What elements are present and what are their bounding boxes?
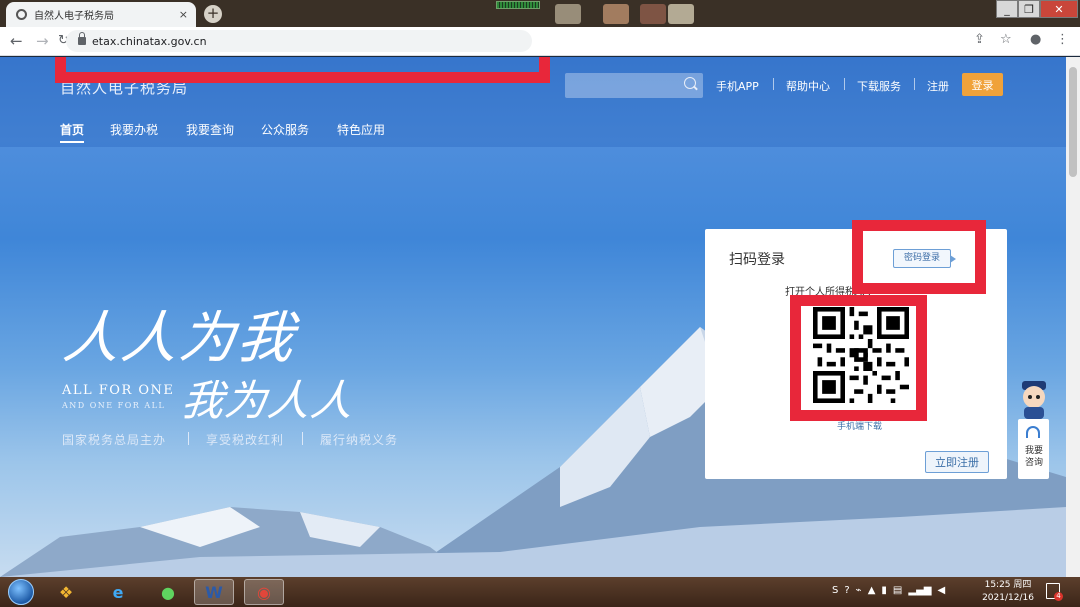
sogou-input-icon[interactable]: S <box>832 585 838 596</box>
network-icon[interactable]: ▂▄▆ <box>908 585 931 596</box>
site-search-input[interactable] <box>565 73 703 98</box>
close-window-button[interactable]: ✕ <box>1040 0 1078 18</box>
slogan-english-1: ALL FOR ONE <box>62 383 175 398</box>
menu-icon[interactable]: ⋮ <box>1056 32 1069 47</box>
nav-tax-services[interactable]: 我要办税 <box>110 121 158 138</box>
keyboard-icon[interactable]: ▤ <box>893 585 902 596</box>
link-register[interactable]: 注册 <box>927 78 949 94</box>
nav-special-apps[interactable]: 特色应用 <box>337 121 385 138</box>
clock-time: 15:25 周四 <box>984 580 1032 590</box>
motto-text: 国家税务总局主办 <box>62 433 167 447</box>
windows-taskbar: ❖ e ● W ◉ S ? ⌁ ▲ ▮ ▤ ▂▄▆ ◀ 15:25 周四 202… <box>0 577 1080 607</box>
lock-icon <box>78 32 86 45</box>
nav-public-services[interactable]: 公众服务 <box>261 121 309 138</box>
active-nav-indicator <box>60 141 84 143</box>
link-mobile-app[interactable]: 手机APP <box>716 78 759 94</box>
share-icon[interactable]: ⇪ <box>974 32 985 47</box>
minimize-button[interactable]: _ <box>996 0 1018 18</box>
slogan-chinese-2: 我为人人 <box>179 376 357 425</box>
red-annotation-box <box>55 57 550 83</box>
tray-expand-icon[interactable]: ▲ <box>868 585 876 596</box>
divider <box>302 432 303 445</box>
chrome-icon[interactable]: ◉ <box>244 579 284 605</box>
page-scrollbar[interactable] <box>1066 57 1080 577</box>
link-download-service[interactable]: 下载服务 <box>857 78 901 94</box>
battery-indicator-icon <box>496 1 540 9</box>
qr-login-title: 扫码登录 <box>729 252 785 268</box>
profile-icon[interactable]: ● <box>1030 32 1041 47</box>
nav-home[interactable]: 首页 <box>60 121 84 138</box>
volume-icon[interactable]: ◀ <box>937 585 945 596</box>
motto-text: 享受税改红利 <box>206 433 285 447</box>
site-favicon-icon <box>16 9 27 20</box>
notification-badge: 4 <box>1054 592 1063 601</box>
register-now-button[interactable]: 立即注册 <box>925 451 989 473</box>
window-thumbnail[interactable] <box>640 4 666 24</box>
help-icon[interactable]: ? <box>844 585 849 596</box>
usb-icon[interactable]: ⌁ <box>856 585 862 596</box>
back-icon[interactable]: ← <box>10 33 23 49</box>
system-clock[interactable]: 15:25 周四 2021/12/16 <box>978 579 1038 605</box>
search-icon[interactable] <box>684 77 696 89</box>
restore-button[interactable]: ❐ <box>1018 0 1040 18</box>
windows-start-icon[interactable] <box>8 579 34 605</box>
divider <box>844 78 845 90</box>
qq-browser-icon[interactable]: ● <box>148 579 188 605</box>
tab-close-icon[interactable]: × <box>179 8 188 21</box>
divider <box>773 78 774 90</box>
headset-icon <box>1026 426 1040 438</box>
ie-icon[interactable]: e <box>98 579 138 605</box>
link-help-center[interactable]: 帮助中心 <box>786 78 830 94</box>
window-thumbnail[interactable] <box>668 4 694 24</box>
consult-button[interactable]: 我要咨询 <box>1018 419 1049 479</box>
divider <box>914 78 915 90</box>
word-icon[interactable]: W <box>194 579 234 605</box>
scrollbar-thumb[interactable] <box>1069 67 1077 177</box>
system-tray: S ? ⌁ ▲ ▮ ▤ ▂▄▆ ◀ <box>832 585 945 596</box>
window-thumbnail[interactable] <box>603 4 629 24</box>
window-controls: _ ❐ ✕ <box>996 0 1078 18</box>
address-bar[interactable]: etax.chinatax.gov.cn <box>66 30 532 52</box>
red-annotation-box <box>790 295 927 421</box>
url-text: etax.chinatax.gov.cn <box>92 34 207 48</box>
browser-tab-strip: 自然人电子税务局 × + _ ❐ ✕ <box>0 0 1080 27</box>
divider <box>188 432 189 445</box>
tax-mascot-icon[interactable] <box>1016 379 1052 419</box>
motto-text: 履行纳税义务 <box>320 433 399 447</box>
slogan-chinese-1: 人人为我 <box>60 306 299 371</box>
consult-label: 我要咨询 <box>1024 446 1043 468</box>
window-thumbnail[interactable] <box>555 4 581 24</box>
tab-title: 自然人电子税务局 <box>34 11 114 22</box>
nav-query[interactable]: 我要查询 <box>186 121 234 138</box>
login-button[interactable]: 登录 <box>962 73 1003 96</box>
red-annotation-box <box>852 220 986 294</box>
new-tab-button[interactable]: + <box>204 5 222 23</box>
clock-date: 2021/12/16 <box>982 593 1034 603</box>
browser-tab[interactable]: 自然人电子税务局 × <box>6 2 196 27</box>
forward-icon[interactable]: → <box>36 33 49 49</box>
web-page: 自然人电子税务局 手机APP 帮助中心 下载服务 注册 登录 首页 我要办税 我… <box>0 57 1066 577</box>
star-icon[interactable]: ☆ <box>1000 32 1012 47</box>
explorer-icon[interactable]: ❖ <box>46 579 86 605</box>
slogan-english-2: AND ONE FOR ALL <box>62 401 166 410</box>
battery-icon[interactable]: ▮ <box>881 585 887 596</box>
